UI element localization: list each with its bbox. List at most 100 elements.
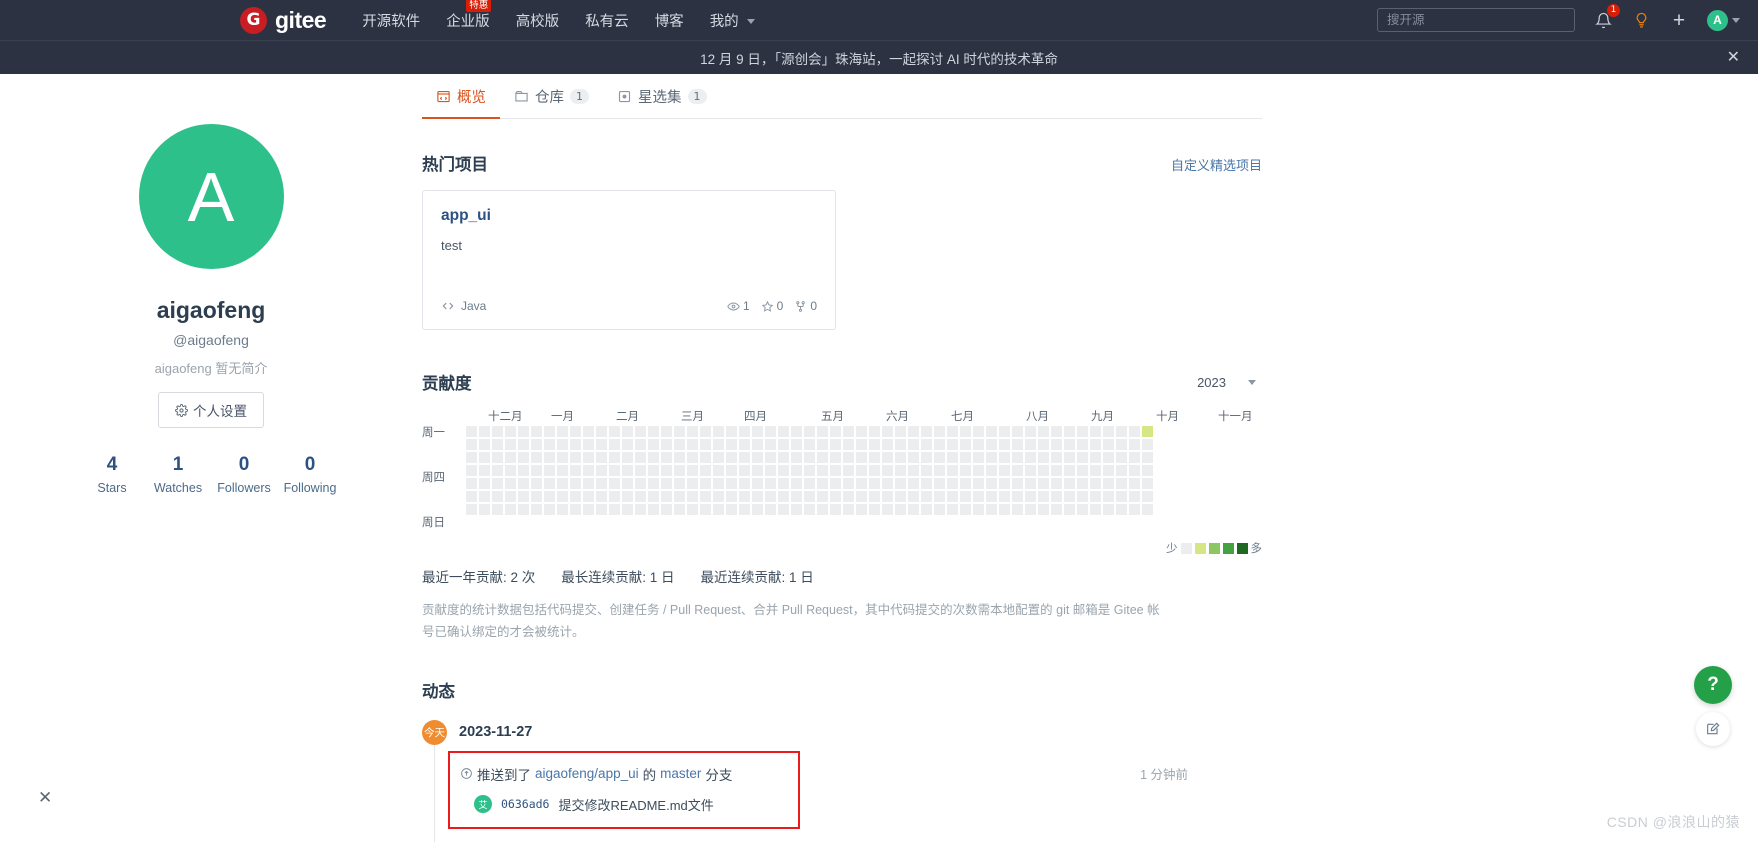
stat-watches[interactable]: 1 Watches xyxy=(145,454,211,495)
heatmap-cell[interactable] xyxy=(765,426,776,437)
heatmap-cell[interactable] xyxy=(752,478,763,489)
heatmap-cell[interactable] xyxy=(544,491,555,502)
heatmap-cell[interactable] xyxy=(570,465,581,476)
heatmap-cell[interactable] xyxy=(1064,452,1075,463)
activity-event[interactable]: 推送到了 aigaofeng/app_ui 的 master 分支 艾 3e64… xyxy=(458,829,1262,842)
heatmap-cell[interactable] xyxy=(1103,439,1114,450)
heatmap-cell[interactable] xyxy=(804,478,815,489)
event-branch-link[interactable]: master xyxy=(660,766,701,781)
heatmap-cell[interactable] xyxy=(1077,491,1088,502)
heatmap-cell[interactable] xyxy=(1051,426,1062,437)
heatmap-cell[interactable] xyxy=(1129,504,1140,515)
heatmap-cell[interactable] xyxy=(479,504,490,515)
heatmap-cell[interactable] xyxy=(1142,465,1153,476)
heatmap-cell[interactable] xyxy=(765,439,776,450)
heatmap-cell[interactable] xyxy=(1038,491,1049,502)
heatmap-cell[interactable] xyxy=(622,504,633,515)
heatmap-cell[interactable] xyxy=(1064,504,1075,515)
nav-item-privatecloud[interactable]: 私有云 xyxy=(585,10,629,31)
heatmap-cell[interactable] xyxy=(596,465,607,476)
heatmap-cell[interactable] xyxy=(791,504,802,515)
heatmap-cell[interactable] xyxy=(1129,439,1140,450)
heatmap-cell[interactable] xyxy=(713,478,724,489)
heatmap-cell[interactable] xyxy=(843,504,854,515)
heatmap-cell[interactable] xyxy=(1025,439,1036,450)
heatmap-cell[interactable] xyxy=(661,478,672,489)
heatmap-cell[interactable] xyxy=(752,491,763,502)
heatmap-cell[interactable] xyxy=(687,504,698,515)
heatmap-cell[interactable] xyxy=(622,439,633,450)
heatmap-cell[interactable] xyxy=(531,465,542,476)
heatmap-cell[interactable] xyxy=(713,439,724,450)
heatmap-cell[interactable] xyxy=(505,504,516,515)
heatmap-cell[interactable] xyxy=(791,478,802,489)
heatmap-cell[interactable] xyxy=(557,478,568,489)
heatmap-cell[interactable] xyxy=(986,426,997,437)
heatmap-cell[interactable] xyxy=(726,465,737,476)
heatmap-cell[interactable] xyxy=(1077,478,1088,489)
heatmap-cell[interactable] xyxy=(739,491,750,502)
heatmap-cell[interactable] xyxy=(1103,426,1114,437)
heatmap-cell[interactable] xyxy=(700,478,711,489)
nav-item-mine[interactable]: 我的 xyxy=(710,10,755,31)
heatmap-cell[interactable] xyxy=(869,439,880,450)
heatmap-cell[interactable] xyxy=(505,465,516,476)
heatmap-cell[interactable] xyxy=(687,452,698,463)
heatmap-cell[interactable] xyxy=(791,452,802,463)
ideas-button[interactable] xyxy=(1631,10,1651,30)
heatmap-cell[interactable] xyxy=(1038,426,1049,437)
heatmap-cell[interactable] xyxy=(921,504,932,515)
stat-following[interactable]: 0 Following xyxy=(277,454,343,495)
heatmap-cell[interactable] xyxy=(492,478,503,489)
heatmap-cell[interactable] xyxy=(479,478,490,489)
heatmap-cell[interactable] xyxy=(1077,426,1088,437)
heatmap-cell[interactable] xyxy=(557,439,568,450)
heatmap-cell[interactable] xyxy=(570,491,581,502)
heatmap-cell[interactable] xyxy=(583,439,594,450)
heatmap-cell[interactable] xyxy=(856,491,867,502)
heatmap-cell[interactable] xyxy=(934,452,945,463)
nav-item-education[interactable]: 高校版 xyxy=(516,10,560,31)
heatmap-cell[interactable] xyxy=(1012,504,1023,515)
heatmap-cell[interactable] xyxy=(843,439,854,450)
heatmap-cell[interactable] xyxy=(895,439,906,450)
heatmap-cell[interactable] xyxy=(544,478,555,489)
heatmap-cell[interactable] xyxy=(960,465,971,476)
tab-repositories[interactable]: 仓库 1 xyxy=(500,86,603,118)
heatmap-cell[interactable] xyxy=(778,439,789,450)
heatmap-cell[interactable] xyxy=(1025,478,1036,489)
heatmap-cell[interactable] xyxy=(973,465,984,476)
heatmap-cell[interactable] xyxy=(726,426,737,437)
heatmap-cell[interactable] xyxy=(895,491,906,502)
heatmap-cell[interactable] xyxy=(986,478,997,489)
heatmap-cell[interactable] xyxy=(1090,504,1101,515)
heatmap-cell[interactable] xyxy=(999,426,1010,437)
heatmap-cell[interactable] xyxy=(674,426,685,437)
heatmap-cell[interactable] xyxy=(765,452,776,463)
heatmap-cell[interactable] xyxy=(544,426,555,437)
heatmap-cell[interactable] xyxy=(843,452,854,463)
heatmap-cell[interactable] xyxy=(479,426,490,437)
heatmap-cell[interactable] xyxy=(791,439,802,450)
heatmap-cell[interactable] xyxy=(999,491,1010,502)
heatmap-cell[interactable] xyxy=(999,439,1010,450)
heatmap-cell[interactable] xyxy=(791,491,802,502)
heatmap-cell[interactable] xyxy=(765,478,776,489)
heatmap-cell[interactable] xyxy=(856,426,867,437)
heatmap-cell[interactable] xyxy=(687,426,698,437)
heatmap-cell[interactable] xyxy=(492,439,503,450)
heatmap-cell[interactable] xyxy=(1103,478,1114,489)
heatmap-cell[interactable] xyxy=(869,504,880,515)
heatmap-cell[interactable] xyxy=(947,452,958,463)
heatmap-cell[interactable] xyxy=(999,465,1010,476)
heatmap-cell[interactable] xyxy=(739,426,750,437)
heatmap-cell[interactable] xyxy=(1051,465,1062,476)
heatmap-cell[interactable] xyxy=(908,504,919,515)
heatmap-cell[interactable] xyxy=(674,465,685,476)
heatmap-cell[interactable] xyxy=(1116,439,1127,450)
heatmap-cell[interactable] xyxy=(934,465,945,476)
heatmap-cell[interactable] xyxy=(505,452,516,463)
heatmap-cell[interactable] xyxy=(1051,504,1062,515)
heatmap-cell[interactable] xyxy=(843,478,854,489)
heatmap-cell[interactable] xyxy=(934,491,945,502)
